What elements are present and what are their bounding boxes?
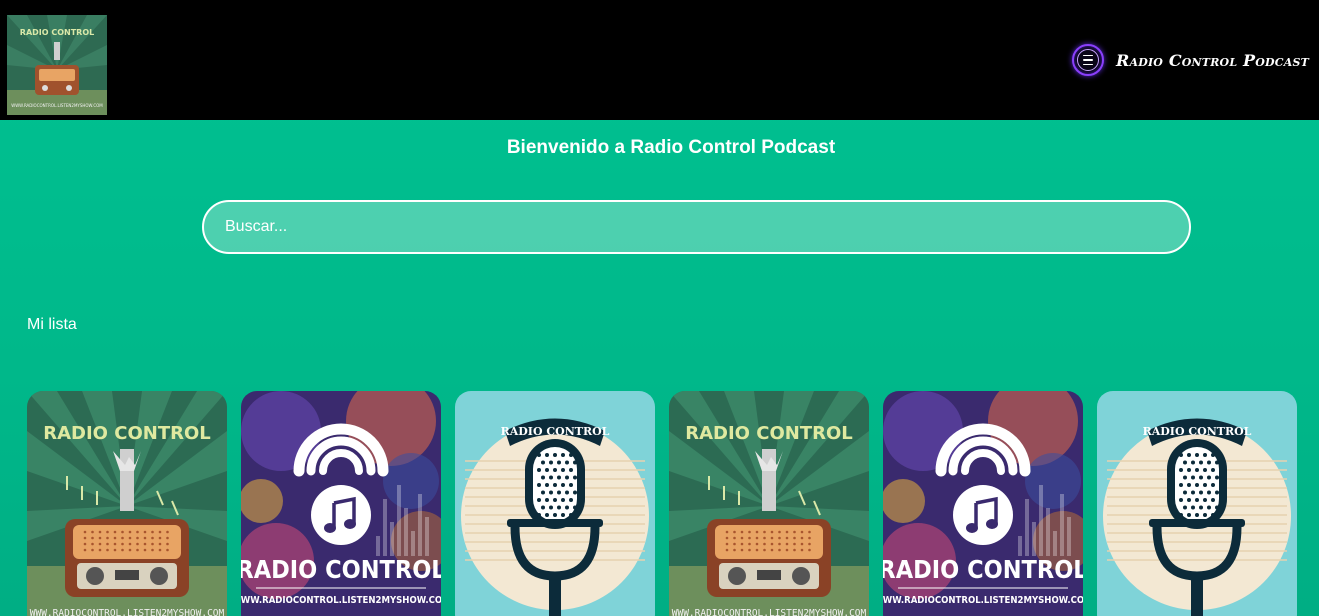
svg-text:RADIO CONTROL: RADIO CONTROL — [685, 423, 852, 444]
brand-name: Radio Control Podcast — [1115, 50, 1309, 70]
svg-text:RADIO CONTROL: RADIO CONTROL — [43, 423, 210, 444]
svg-text:RADIO CONTROL: RADIO CONTROL — [20, 28, 94, 37]
section-title-mi-lista: Mi lista — [27, 316, 77, 333]
podcast-cover-image: RADIO CONTROL — [1097, 391, 1297, 616]
svg-text:WWW.RADIOCONTROL.LISTEN2MYSHOW: WWW.RADIOCONTROL.LISTEN2MYSHOW.COM — [30, 608, 225, 616]
site-logo[interactable]: RADIO CONTROL WWW.RADIOCONTROL.LISTEN2MY… — [7, 15, 107, 115]
top-header: RADIO CONTROL WWW.RADIOCONTROL.LISTEN2MY… — [0, 0, 1319, 120]
svg-text:RADIO CONTROL: RADIO CONTROL — [241, 555, 441, 584]
svg-text:WWW.RADIOCONTROL.LISTEN2MYSHOW: WWW.RADIOCONTROL.LISTEN2MYSHOW.COM — [241, 595, 441, 606]
search-input[interactable] — [202, 200, 1191, 254]
svg-text:WWW.RADIOCONTROL.LISTEN2MYSHOW: WWW.RADIOCONTROL.LISTEN2MYSHOW.COM — [11, 103, 103, 108]
svg-text:RADIO CONTROL: RADIO CONTROL — [883, 555, 1083, 584]
podcast-cover-image: RADIO CONTROL WWW.RADIOCONTROL.LISTEN2MYS… — [27, 391, 227, 616]
svg-text:RADIO CONTROL: RADIO CONTROL — [501, 425, 610, 438]
podcast-cover-image: RADIO CONTROL — [455, 391, 655, 616]
podcast-card-mic[interactable]: RADIO CONTROL — [455, 391, 655, 616]
podcast-card-wifi[interactable]: RADIO CONTROL WWW.RADIOCONTROL.LISTEN2MYS… — [883, 391, 1083, 616]
podcast-card-mic[interactable]: RADIO CONTROL — [1097, 391, 1297, 616]
podcast-card-radio[interactable]: RADIO CONTROL WWW.RADIOCONTROL.LISTEN2MYS… — [669, 391, 869, 616]
podcast-cover-image: RADIO CONTROL WWW.RADIOCONTROL.LISTEN2MYS… — [669, 391, 869, 616]
podcast-card-list: RADIO CONTROL WWW.RADIOCONTROL.LISTEN2MYS… — [27, 391, 1297, 616]
logo-image: RADIO CONTROL WWW.RADIOCONTROL.LISTEN2MY… — [7, 15, 107, 115]
svg-text:WWW.RADIOCONTROL.LISTEN2MYSHOW: WWW.RADIOCONTROL.LISTEN2MYSHOW.COM — [672, 608, 867, 616]
svg-text:WWW.RADIOCONTROL.LISTEN2MYSHOW: WWW.RADIOCONTROL.LISTEN2MYSHOW.COM — [883, 595, 1083, 606]
podcast-card-wifi[interactable]: RADIO CONTROL WWW.RADIOCONTROL.LISTEN2MYS… — [241, 391, 441, 616]
podcast-cover-image: RADIO CONTROL WWW.RADIOCONTROL.LISTEN2MYS… — [241, 391, 441, 616]
brand-menu[interactable]: Radio Control Podcast — [1071, 44, 1309, 76]
svg-text:RADIO CONTROL: RADIO CONTROL — [1143, 425, 1252, 438]
podcast-card-radio[interactable]: RADIO CONTROL WWW.RADIOCONTROL.LISTEN2MYS… — [27, 391, 227, 616]
menu-icon[interactable] — [1071, 44, 1104, 76]
podcast-cover-image: RADIO CONTROL WWW.RADIOCONTROL.LISTEN2MYS… — [883, 391, 1083, 616]
page-title: Bienvenido a Radio Control Podcast — [506, 137, 836, 158]
